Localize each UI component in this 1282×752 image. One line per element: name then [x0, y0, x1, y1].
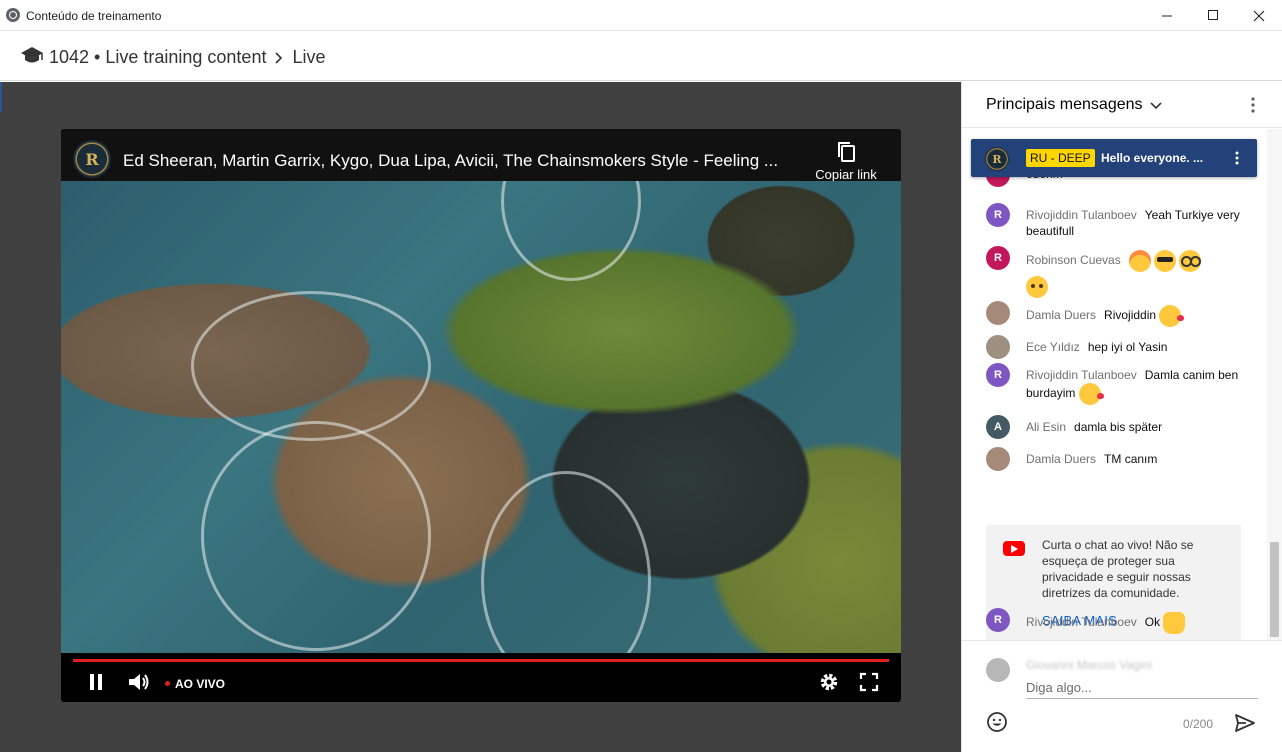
wave-foam	[191, 291, 431, 441]
gear-icon[interactable]	[819, 672, 839, 692]
avatar	[986, 335, 1010, 359]
chat-scrollbar-thumb[interactable]	[1270, 542, 1279, 637]
wave-foam	[501, 181, 641, 281]
wave-foam	[201, 421, 431, 651]
pinned-message-banner[interactable]: R RU - DEEP Hello everyone. ...	[971, 139, 1257, 177]
close-button[interactable]	[1236, 0, 1282, 31]
chat-input[interactable]: Diga algo...	[1026, 679, 1258, 699]
avatar	[986, 658, 1010, 682]
kiss-emoji-icon	[1159, 305, 1185, 327]
youtube-logo-icon	[1003, 541, 1025, 556]
message-text: Ok	[1144, 615, 1161, 630]
chevron-down-icon	[1149, 102, 1162, 110]
app-window: Conteúdo de treinamento 1042 • Live trai…	[0, 0, 1282, 752]
fullscreen-icon[interactable]	[859, 672, 879, 692]
live-label[interactable]: AO VIVO	[175, 677, 225, 691]
copy-link-label: Copiar link	[815, 167, 877, 182]
more-vert-icon[interactable]	[1233, 150, 1241, 166]
chat-header-title: Principais mensagens	[986, 96, 1143, 113]
message-author[interactable]: Rivojiddin Tulanboev	[1026, 208, 1137, 222]
breadcrumb: 1042 • Live training content Live	[49, 47, 325, 68]
sunglasses-emoji-icon	[1153, 250, 1176, 272]
raised-fist-emoji-icon	[1163, 612, 1186, 634]
message-author[interactable]: Robinson Cuevas	[1026, 253, 1121, 267]
chat-scrollbar[interactable]	[1267, 129, 1282, 640]
graduation-cap-icon	[21, 47, 43, 63]
copy-icon	[838, 142, 855, 162]
avatar: A	[986, 415, 1010, 439]
kiss-emoji-icon	[1078, 383, 1104, 405]
volume-icon[interactable]	[127, 671, 151, 693]
stage-edge	[0, 82, 2, 112]
breadcrumb-header: 1042 • Live training content Live	[0, 31, 1282, 81]
channel-logo[interactable]: R	[73, 140, 111, 178]
player-topbar: R Ed Sheeran, Martin Garrix, Kygo, Dua L…	[61, 129, 901, 182]
message-author[interactable]: Damla Duers	[1026, 452, 1096, 466]
avatar: R	[986, 203, 1010, 227]
close-icon	[1253, 10, 1265, 21]
compose-user-name: Giovanni Marcos Vagini	[1026, 658, 1152, 672]
notice-text: Curta o chat ao vivo! Não se esqueça de …	[1042, 538, 1194, 600]
message-author[interactable]: Rivojiddin Tulanboev	[1026, 615, 1137, 629]
message-author[interactable]: Damla Duers	[1026, 308, 1096, 322]
pinned-author-badge: RU - DEEP	[1026, 149, 1095, 167]
message-text: Rivojiddin	[1104, 308, 1157, 323]
chevron-right-icon	[275, 51, 283, 64]
message-author[interactable]: Ece Yıldız	[1026, 340, 1080, 354]
progress-bar[interactable]	[73, 659, 889, 662]
avatar: R	[986, 608, 1010, 632]
message-text: TM canım	[1104, 452, 1158, 466]
chat-message-list[interactable]: ederim R Rivojiddin TulanboevYeah Turkiy…	[962, 129, 1267, 640]
live-chat-panel: Principais mensagens ederim R Rivojiddin…	[961, 82, 1282, 752]
pinned-message-text: Hello everyone. ...	[1101, 151, 1204, 165]
pinned-channel-logo: R	[985, 147, 1009, 171]
message-text: hep iyi ol Yasin	[1087, 340, 1168, 354]
chat-mode-dropdown[interactable]: Principais mensagens	[986, 96, 1163, 114]
window-titlebar: Conteúdo de treinamento	[0, 0, 1282, 31]
message-text: damla bis später	[1074, 420, 1163, 434]
live-indicator-dot	[165, 681, 170, 686]
chat-compose: Giovanni Marcos Vagini Diga algo... 0/20…	[962, 640, 1282, 752]
avatar: R	[986, 363, 1010, 387]
emoji-picker-icon[interactable]	[986, 711, 1008, 733]
globe-icon	[6, 8, 20, 22]
video-player[interactable]: R Ed Sheeran, Martin Garrix, Kygo, Dua L…	[61, 129, 901, 702]
minimize-button[interactable]	[1144, 0, 1190, 31]
avatar	[986, 447, 1010, 471]
video-frame[interactable]	[61, 181, 901, 653]
pleading-emoji-icon	[1026, 276, 1048, 298]
nerd-emoji-icon	[1178, 250, 1201, 272]
maximize-icon	[1207, 10, 1218, 20]
message-author[interactable]: Ali Esin	[1026, 420, 1066, 434]
breadcrumb-course[interactable]: 1042 • Live training content	[49, 47, 266, 68]
wave-foam	[481, 471, 651, 653]
more-vert-icon[interactable]	[1249, 96, 1257, 114]
chat-header: Principais mensagens	[962, 82, 1282, 128]
exploding-head-emoji-icon	[1128, 250, 1151, 272]
avatar	[986, 301, 1010, 325]
message-author[interactable]: Rivojiddin Tulanboev	[1026, 368, 1137, 382]
copy-link-button[interactable]: Copiar link	[811, 141, 881, 182]
maximize-button[interactable]	[1190, 0, 1236, 31]
video-title[interactable]: Ed Sheeran, Martin Garrix, Kygo, Dua Lip…	[123, 151, 778, 171]
minimize-icon	[1161, 15, 1172, 17]
player-controls: AO VIVO	[61, 653, 901, 702]
avatar: R	[986, 246, 1010, 270]
pause-icon[interactable]	[87, 673, 105, 691]
breadcrumb-current: Live	[292, 47, 326, 67]
character-counter: 0/200	[1183, 717, 1214, 731]
window-title: Conteúdo de treinamento	[26, 9, 162, 23]
send-icon[interactable]	[1234, 713, 1256, 733]
